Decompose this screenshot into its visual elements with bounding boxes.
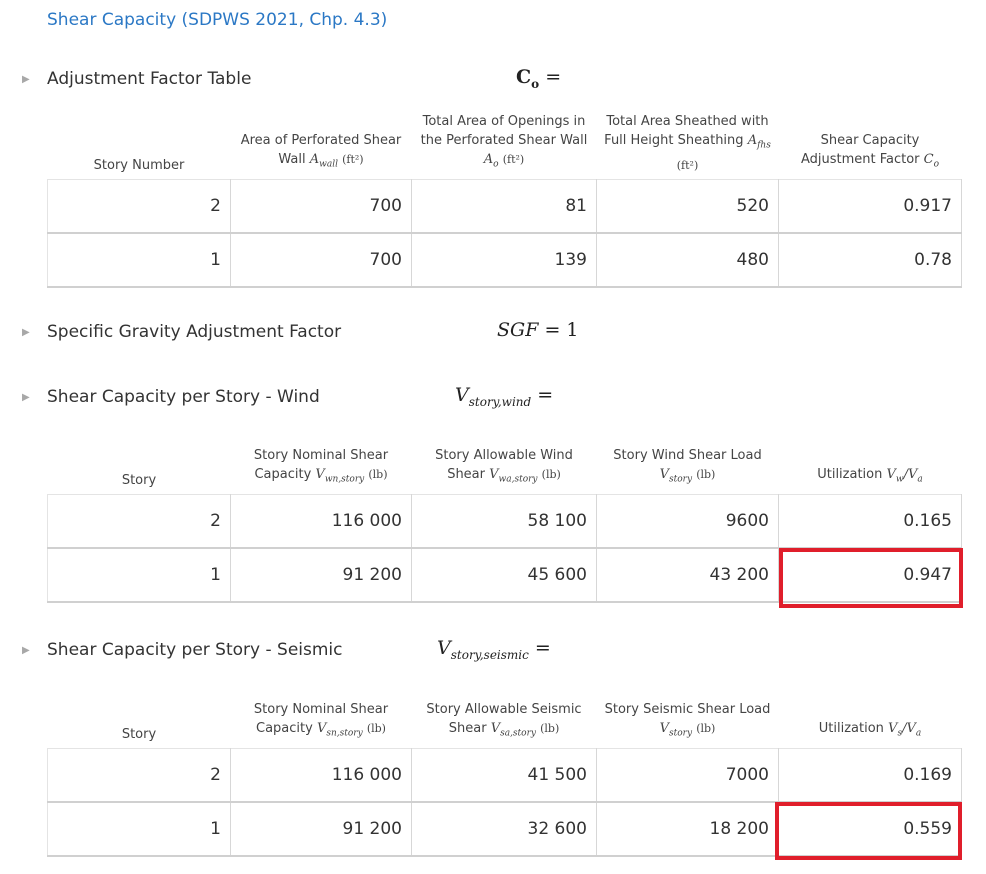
cell-story: 1	[47, 232, 231, 289]
cell-story: 1	[47, 801, 231, 858]
cell-utilization: 0.947	[778, 547, 962, 604]
cell-story: 2	[47, 493, 231, 550]
chevron-right-icon: ▶	[22, 391, 30, 403]
adjustment-table: Story Number Area of Perforated Shear Wa…	[47, 112, 962, 289]
section-wind-label: Shear Capacity per Story - Wind	[47, 387, 320, 407]
section-wind-toggle[interactable]: ▶ Shear Capacity per Story - Wind	[22, 384, 320, 410]
cell-nominal: 116 000	[230, 493, 412, 550]
col-header-utilization: Utilization Vw/Va	[817, 467, 923, 485]
cell-story: 2	[47, 747, 231, 804]
cell-area-fhs: 520	[596, 178, 779, 235]
table-row: 2 700 81 520 0.917	[47, 178, 962, 235]
col-header-co: Shear Capacity Adjustment Factor Co	[800, 133, 940, 170]
col-header-area-openings: Total Area of Openings in the Perforated…	[420, 114, 588, 170]
cell-area-openings: 139	[411, 232, 597, 289]
sgf-result: SGF = 1	[497, 319, 579, 341]
table-row: 2 116 000 58 100 9600 0.165	[47, 493, 962, 550]
cell-story: 2	[47, 178, 231, 235]
cell-allowable: 32 600	[411, 801, 597, 858]
cell-nominal: 91 200	[230, 547, 412, 604]
table-row: 1 91 200 32 600 18 200 0.559	[47, 801, 962, 858]
cell-load: 7000	[596, 747, 779, 804]
section-sgf-label: Specific Gravity Adjustment Factor	[47, 322, 342, 342]
table-row: 1 700 139 480 0.78	[47, 232, 962, 289]
cell-load: 43 200	[596, 547, 779, 604]
chevron-right-icon: ▶	[22, 644, 30, 656]
cell-utilization: 0.169	[778, 747, 962, 804]
cell-area-wall: 700	[230, 178, 412, 235]
table-header-row: Story Story Nominal Shear Capacity Vsn,s…	[48, 700, 962, 748]
col-header-load: Story Seismic Shear Load Vstory (lb)	[604, 702, 771, 739]
section-sgf-toggle[interactable]: ▶ Specific Gravity Adjustment Factor	[22, 319, 341, 345]
cell-load: 9600	[596, 493, 779, 550]
table-row: 2 116 000 41 500 7000 0.169	[47, 747, 962, 804]
cell-utilization: 0.559	[778, 801, 962, 858]
col-header-story: Story	[121, 472, 157, 488]
chevron-right-icon: ▶	[22, 326, 30, 338]
col-header-allowable: Story Allowable Wind Shear Vwa,story (lb…	[435, 448, 573, 485]
section-seismic-toggle[interactable]: ▶ Shear Capacity per Story - Seismic	[22, 637, 342, 663]
cell-allowable: 45 600	[411, 547, 597, 604]
cell-area-openings: 81	[411, 178, 597, 235]
seismic-table: Story Story Nominal Shear Capacity Vsn,s…	[47, 700, 962, 858]
col-header-area-fhs: Total Area Sheathed with Full Height She…	[604, 114, 771, 172]
table-row: 1 91 200 45 600 43 200 0.947	[47, 547, 962, 604]
seismic-result: Vstory,seismic =	[437, 637, 551, 662]
wind-result: Vstory,wind =	[455, 384, 554, 409]
chevron-right-icon: ▶	[22, 73, 30, 85]
table-header-row: Story Number Area of Perforated Shear Wa…	[48, 112, 962, 179]
col-header-allowable: Story Allowable Seismic Shear Vsa,story …	[426, 702, 582, 739]
col-header-nominal: Story Nominal Shear Capacity Vwn,story (…	[253, 448, 389, 485]
section-adjustment-toggle[interactable]: ▶ Adjustment Factor Table	[22, 66, 251, 92]
col-header-story: Story	[121, 726, 157, 742]
col-header-area-wall: Area of Perforated Shear Wall Awall (ft²…	[240, 133, 402, 170]
wind-table: Story Story Nominal Shear Capacity Vwn,s…	[47, 446, 962, 604]
co-result: Co =	[516, 66, 562, 91]
cell-utilization: 0.165	[778, 493, 962, 550]
cell-story: 1	[47, 547, 231, 604]
col-header-load: Story Wind Shear Load Vstory (lb)	[613, 448, 762, 485]
cell-co: 0.78	[778, 232, 962, 289]
cell-allowable: 41 500	[411, 747, 597, 804]
section-adjustment-label: Adjustment Factor Table	[47, 69, 252, 89]
col-header-story: Story Number	[93, 157, 185, 173]
cell-area-wall: 700	[230, 232, 412, 289]
table-header-row: Story Story Nominal Shear Capacity Vwn,s…	[48, 446, 962, 494]
cell-co: 0.917	[778, 178, 962, 235]
cell-area-fhs: 480	[596, 232, 779, 289]
col-header-nominal: Story Nominal Shear Capacity Vsn,story (…	[253, 702, 389, 739]
cell-allowable: 58 100	[411, 493, 597, 550]
page-title[interactable]: Shear Capacity (SDPWS 2021, Chp. 4.3)	[47, 10, 387, 30]
section-seismic-label: Shear Capacity per Story - Seismic	[47, 640, 343, 660]
cell-load: 18 200	[596, 801, 779, 858]
col-header-utilization: Utilization Vs/Va	[818, 721, 922, 739]
cell-nominal: 91 200	[230, 801, 412, 858]
cell-nominal: 116 000	[230, 747, 412, 804]
